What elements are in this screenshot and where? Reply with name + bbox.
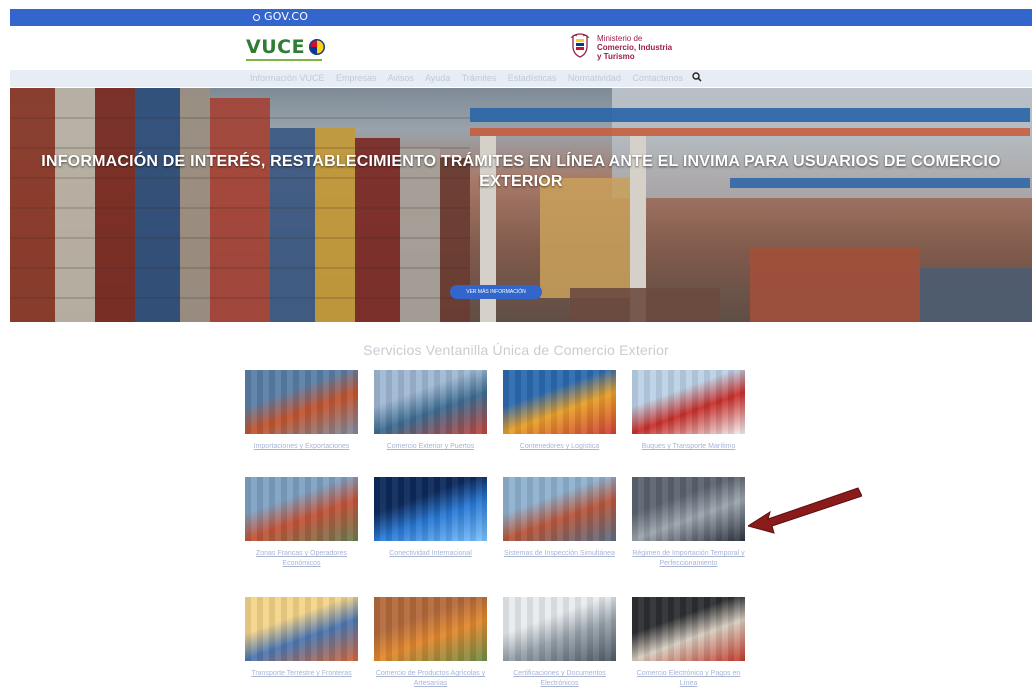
more-info-button[interactable]: VER MÁS INFORMACIÓN [450, 285, 542, 299]
service-card[interactable]: Buques y Transporte Marítimo [632, 370, 745, 452]
main-nav: Información VUCE Empresas Avisos Ayuda T… [10, 70, 1032, 87]
services-title: Servicios Ventanilla Única de Comercio E… [363, 342, 669, 358]
nav-item-estadisticas[interactable]: Estadísticas [508, 73, 557, 83]
service-card-image[interactable] [245, 477, 358, 541]
service-card-caption[interactable]: Comercio de Productos Agrícolas y Artesa… [374, 669, 487, 689]
gov-logo[interactable]: GOV.CO [253, 10, 308, 23]
service-card[interactable]: Conectividad Internacional [374, 477, 487, 559]
colombia-ball-icon [309, 39, 326, 55]
ministry-name: Ministerio de Comercio, Industria y Turi… [597, 34, 717, 61]
service-card-image[interactable] [503, 477, 616, 541]
service-card[interactable]: Régimen de Importación Temporal y Perfec… [632, 477, 745, 569]
service-card-caption[interactable]: Buques y Transporte Marítimo [632, 442, 745, 452]
service-card-image-texture [632, 597, 745, 661]
service-card-caption[interactable]: Sistemas de Inspección Simultánea [503, 549, 616, 559]
service-card-image-texture [632, 370, 745, 434]
colombia-shield-icon [570, 33, 590, 58]
service-card-caption[interactable]: Comercio Exterior y Puertos [374, 442, 487, 452]
site-header: VUCE Ministerio de Comercio, Industria y… [10, 26, 1032, 70]
nav-item-normatividad[interactable]: Normatividad [568, 73, 621, 83]
nav-item-avisos[interactable]: Avisos [388, 73, 414, 83]
service-card-caption[interactable]: Contenedores y Logística [503, 442, 616, 452]
service-card[interactable]: Sistemas de Inspección Simultánea [503, 477, 616, 559]
service-card[interactable]: Comercio Electrónico y Pagos en Línea [632, 597, 745, 689]
annotation-arrow-icon [748, 487, 862, 534]
ministry-line-3: y Turismo [597, 52, 635, 61]
search-icon[interactable] [692, 72, 702, 82]
service-card-caption[interactable]: Zonas Francas y Operadores Económicos [245, 549, 358, 569]
gov-bar: GOV.CO [10, 9, 1032, 26]
nav-item-contactenos[interactable]: Contactenos [632, 73, 683, 83]
service-card[interactable]: Comercio de Productos Agrícolas y Artesa… [374, 597, 487, 689]
service-card-image-texture [503, 597, 616, 661]
service-card-caption[interactable]: Importaciones y Exportaciones [245, 442, 358, 452]
service-card-image[interactable] [245, 597, 358, 661]
service-card-image-texture [374, 370, 487, 434]
service-card-caption[interactable]: Comercio Electrónico y Pagos en Línea [632, 669, 745, 689]
nav-item-empresas[interactable]: Empresas [336, 73, 377, 83]
service-card-image[interactable] [632, 597, 745, 661]
service-card-image[interactable] [374, 597, 487, 661]
service-card-image-texture [245, 477, 358, 541]
gov-circle-icon [253, 14, 260, 21]
service-card-image[interactable] [503, 370, 616, 434]
service-card-image[interactable] [245, 370, 358, 434]
service-card[interactable]: Certificaciones y Documentos Electrónico… [503, 597, 616, 689]
service-card-image-texture [503, 370, 616, 434]
service-card-caption[interactable]: Transporte Terrestre y Fronteras [245, 669, 358, 679]
service-card-image-texture [632, 477, 745, 541]
service-card-caption[interactable]: Certificaciones y Documentos Electrónico… [503, 669, 616, 689]
nav-item-ayuda[interactable]: Ayuda [425, 73, 450, 83]
service-card-image-texture [245, 370, 358, 434]
ministry-line-2: Comercio, Industria [597, 43, 673, 52]
nav-item-tramites[interactable]: Trámites [462, 73, 497, 83]
service-card-image-texture [374, 477, 487, 541]
vuce-logo[interactable]: VUCE [246, 36, 326, 61]
service-card-image[interactable] [632, 370, 745, 434]
ministry-line-1: Ministerio de [597, 34, 643, 43]
logo-underline [246, 59, 322, 61]
vuce-logo-text: VUCE [246, 36, 306, 58]
service-card[interactable]: Importaciones y Exportaciones [245, 370, 358, 452]
service-card-caption[interactable]: Conectividad Internacional [374, 549, 487, 559]
service-card[interactable]: Zonas Francas y Operadores Económicos [245, 477, 358, 569]
nav-item-informacion[interactable]: Información VUCE [250, 73, 325, 83]
service-card-image[interactable] [503, 597, 616, 661]
gov-label: GOV.CO [264, 10, 309, 23]
hero-title: INFORMACIÓN DE INTERÉS, RESTABLECIMIENTO… [41, 153, 1001, 190]
hero-banner: INFORMACIÓN DE INTERÉS, RESTABLECIMIENTO… [10, 88, 1032, 322]
service-card[interactable]: Contenedores y Logística [503, 370, 616, 452]
service-card-image[interactable] [374, 477, 487, 541]
nav-items: Información VUCE Empresas Avisos Ayuda T… [250, 73, 692, 83]
service-card[interactable]: Comercio Exterior y Puertos [374, 370, 487, 452]
service-card[interactable]: Transporte Terrestre y Fronteras [245, 597, 358, 679]
service-card-caption[interactable]: Régimen de Importación Temporal y Perfec… [632, 549, 745, 569]
service-card-image-texture [374, 597, 487, 661]
service-card-image-texture [245, 597, 358, 661]
service-card-image-texture [503, 477, 616, 541]
service-card-image[interactable] [374, 370, 487, 434]
service-card-image[interactable] [632, 477, 745, 541]
